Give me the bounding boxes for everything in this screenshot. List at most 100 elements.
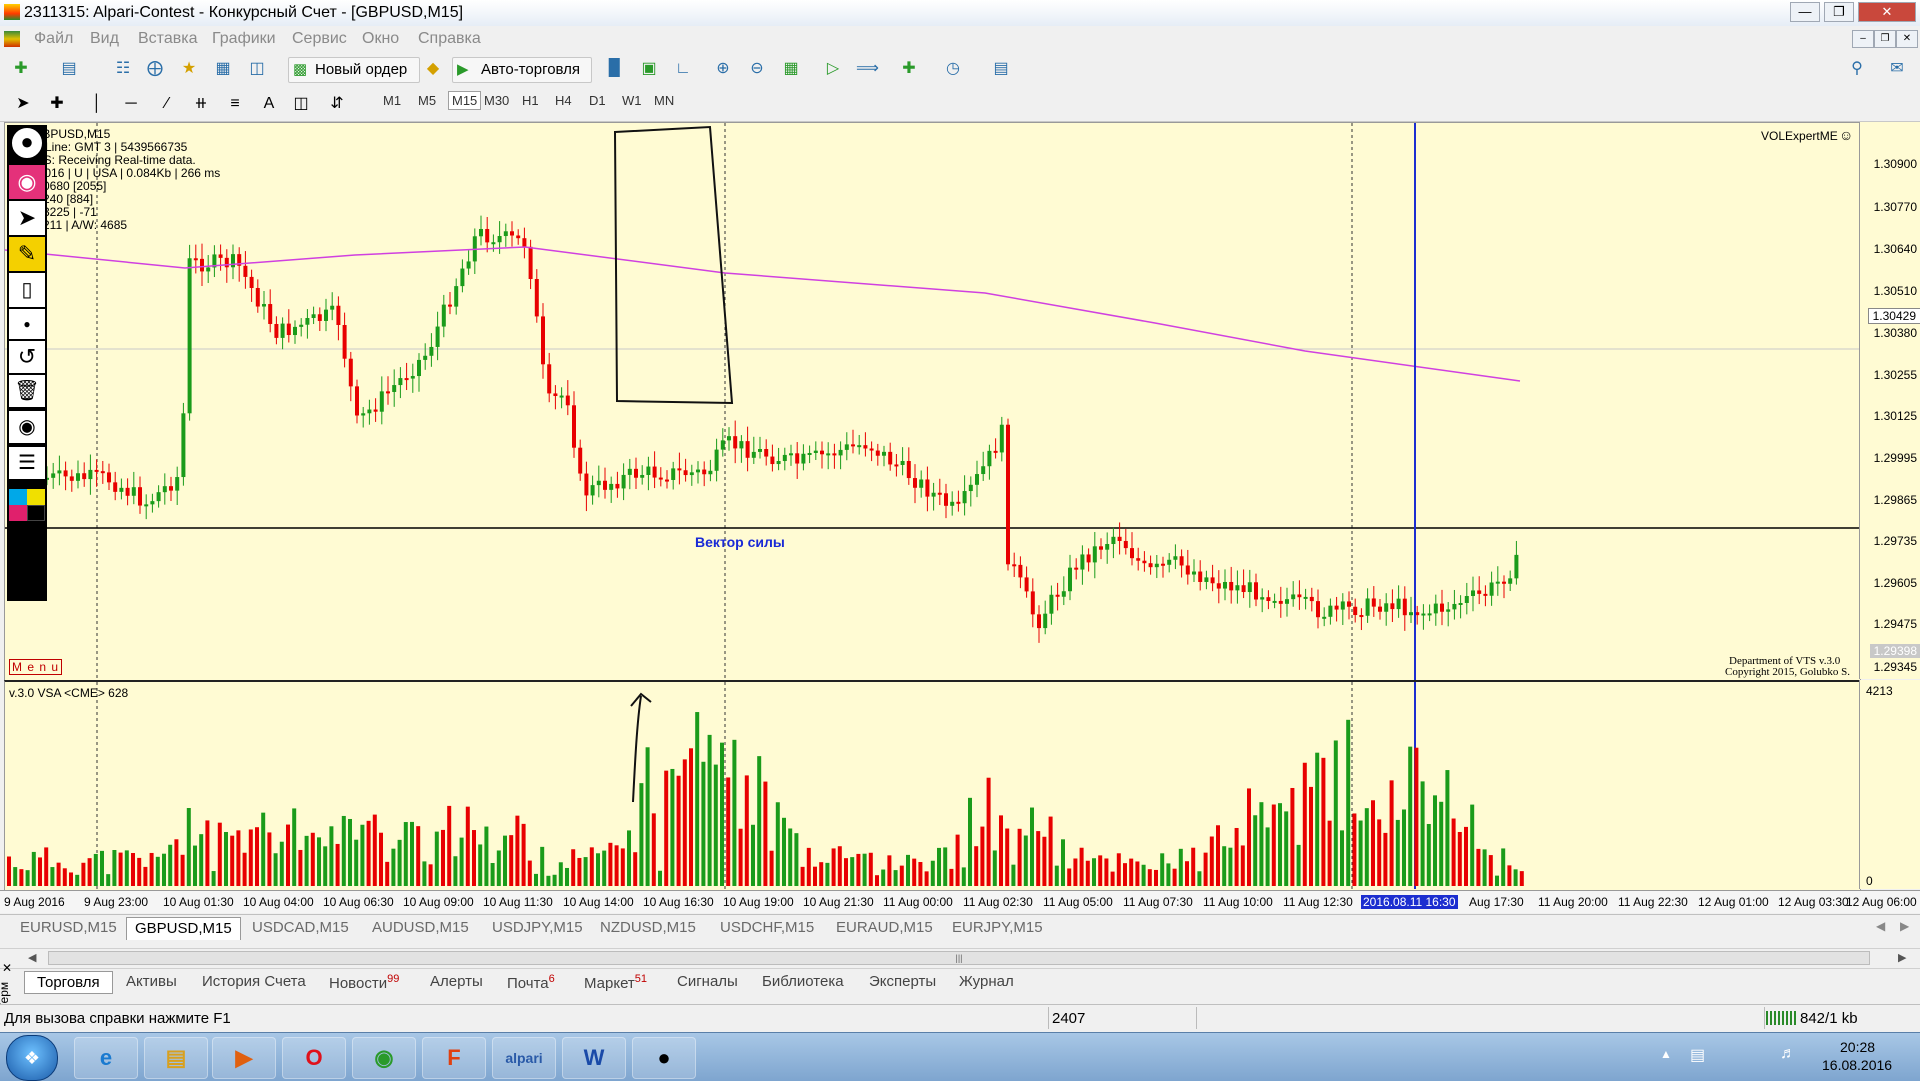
media-player-icon[interactable]: ▶ (212, 1037, 276, 1079)
menu-view[interactable]: Вид (90, 30, 119, 48)
arrows-icon[interactable]: ⇵ (326, 93, 348, 115)
menu-charts[interactable]: Графики (212, 30, 276, 48)
price-chart[interactable]: GBPUSD,M15 e Line: GMT 3 | 5439566735 DS… (4, 122, 1861, 681)
scroll-left-icon[interactable]: ◀ (28, 951, 36, 964)
tray-network-icon[interactable]: ▤ (1690, 1045, 1705, 1065)
scroll-right-icon[interactable]: ▶ (1898, 951, 1906, 964)
tabs-scroll-right-icon[interactable]: ▶ (1900, 919, 1909, 933)
navigator-icon[interactable]: ⨁ (144, 58, 166, 80)
chrome-icon[interactable]: ◉ (352, 1037, 416, 1079)
channel-icon[interactable]: ⧺ (190, 93, 212, 115)
child-restore-button[interactable]: ❐ (1874, 30, 1896, 48)
autoscroll-icon[interactable]: ⟹ (856, 58, 879, 80)
chart-shift-icon[interactable]: ▷ (822, 58, 844, 80)
menu-window[interactable]: Окно (362, 30, 399, 48)
timeframe-m15[interactable]: M15 (448, 91, 482, 110)
crosshair-icon[interactable]: ✚ (46, 93, 68, 115)
horizontal-scrollbar[interactable]: ◀ ||| ▶ (0, 948, 1920, 967)
close-button[interactable]: ✕ (1858, 2, 1916, 22)
terminal-tab-news[interactable]: Новости99 (329, 973, 399, 992)
menu-file[interactable]: Файл (34, 30, 73, 48)
scroll-thumb[interactable]: ||| (48, 951, 1870, 965)
file-explorer-icon[interactable]: ▤ (144, 1037, 208, 1079)
text-icon[interactable]: A (258, 93, 280, 115)
tray-volume-icon[interactable]: ♬ (1780, 1045, 1796, 1063)
word-icon[interactable]: W (562, 1037, 626, 1079)
color-cyan[interactable] (9, 489, 27, 505)
profiles-icon[interactable]: ▤ (58, 58, 80, 80)
terminal-icon[interactable]: ▦ (212, 58, 234, 80)
start-orb-icon[interactable]: ❖ (6, 1035, 58, 1081)
indicators-icon[interactable]: ✚ (898, 58, 920, 80)
minimize-button[interactable]: — (1790, 2, 1820, 22)
dot-icon[interactable]: ● (9, 309, 45, 339)
price-scale[interactable]: 1.30900 1.30770 1.30640 1.30510 1.30429 … (1859, 122, 1920, 679)
zoom-out-icon[interactable]: ⊖ (746, 58, 768, 80)
timeframe-h1[interactable]: H1 (522, 93, 539, 108)
pointer-icon[interactable]: ➤ (9, 201, 45, 235)
chat-icon[interactable]: ✉ (1886, 58, 1908, 80)
tab-usdchf[interactable]: USDCHF,M15 (712, 917, 822, 939)
clock-time[interactable]: 20:28 (1840, 1039, 1875, 1055)
candlestick-icon[interactable]: ▣ (638, 58, 660, 80)
tabs-scroll-left-icon[interactable]: ◀ (1876, 919, 1885, 933)
tab-gbpusd[interactable]: GBPUSD,M15 (126, 917, 241, 940)
menu-insert[interactable]: Вставка (138, 30, 197, 48)
bar-chart-icon[interactable]: ▉ (604, 58, 626, 80)
trash-icon[interactable]: 🗑 (9, 375, 45, 407)
terminal-tab-history[interactable]: История Счета (202, 973, 306, 990)
timeframe-w1[interactable]: W1 (622, 93, 642, 108)
fibonacci-icon[interactable]: ≡ (224, 93, 246, 115)
child-close-button[interactable]: ✕ (1896, 30, 1918, 48)
meta-editor-icon[interactable]: ◆ (422, 58, 444, 80)
file-manager-icon[interactable]: F (422, 1037, 486, 1079)
timeframe-h4[interactable]: H4 (555, 93, 572, 108)
color-yellow[interactable] (27, 489, 45, 505)
color-magenta[interactable] (9, 505, 27, 521)
tray-expand-icon[interactable]: ▲ (1660, 1047, 1672, 1061)
terminal-tab-signals[interactable]: Сигналы (677, 973, 738, 990)
ruler-icon[interactable]: ▯ (9, 273, 45, 307)
logo-icon[interactable]: ● (9, 125, 45, 161)
terminal-tab-assets[interactable]: Активы (126, 973, 177, 990)
terminal-tab-mailbox[interactable]: Почта6 (507, 973, 555, 992)
new-order-button[interactable]: ▩ Новый ордер (288, 57, 420, 83)
auto-trading-button[interactable]: ▶ Авто-торговля (452, 57, 592, 83)
search-icon[interactable]: ⚲ (1846, 58, 1868, 80)
timeframe-d1[interactable]: D1 (589, 93, 606, 108)
tile-windows-icon[interactable]: ▦ (780, 58, 802, 80)
tab-usdjpy[interactable]: USDJPY,M15 (484, 917, 591, 939)
pencil-icon[interactable]: ✎ (9, 237, 45, 271)
menu-button[interactable]: M e n u (9, 659, 63, 675)
menu-help[interactable]: Справка (418, 30, 481, 48)
menu-tools[interactable]: Сервис (292, 30, 347, 48)
tab-eurusd[interactable]: EURUSD,M15 (12, 917, 125, 939)
child-minimize-button[interactable]: – (1852, 30, 1874, 48)
list-icon[interactable]: ☰ (9, 447, 45, 479)
connection-bars-icon[interactable] (1766, 1011, 1796, 1025)
time-axis[interactable]: 9 Aug 2016 9 Aug 23:00 10 Aug 01:30 10 A… (0, 890, 1920, 913)
timeframe-m30[interactable]: M30 (484, 93, 509, 108)
terminal-tab-journal[interactable]: Журнал (959, 973, 1014, 990)
camera-icon[interactable]: ◉ (9, 411, 45, 443)
tab-usdcad[interactable]: USDCAD,M15 (244, 917, 357, 939)
favorites-icon[interactable]: ★ (178, 58, 200, 80)
market-watch-icon[interactable]: ☷ (112, 58, 134, 80)
tab-nzdusd[interactable]: NZDUSD,M15 (592, 917, 704, 939)
zoom-in-icon[interactable]: ⊕ (712, 58, 734, 80)
terminal-tab-alerts[interactable]: Алерты (430, 973, 483, 990)
terminal-close-icon[interactable]: ✕ (2, 961, 12, 975)
terminal-tab-market[interactable]: Маркет51 (584, 973, 647, 992)
timeframe-m1[interactable]: M1 (383, 93, 401, 108)
opera-icon[interactable]: O (282, 1037, 346, 1079)
color-black[interactable] (27, 505, 45, 521)
line-chart-icon[interactable]: ∟ (672, 58, 694, 80)
terminal-tab-experts[interactable]: Эксперты (869, 973, 936, 990)
periods-icon[interactable]: ◷ (942, 58, 964, 80)
timeframe-mn[interactable]: MN (654, 93, 674, 108)
cursor-icon[interactable]: ➤ (12, 93, 34, 115)
vertical-line-icon[interactable]: │ (86, 93, 108, 115)
trendline-icon[interactable]: ∕ (156, 93, 178, 115)
eye-icon[interactable]: ◉ (9, 165, 45, 199)
terminal-tab-trade[interactable]: Торговля (24, 971, 113, 994)
